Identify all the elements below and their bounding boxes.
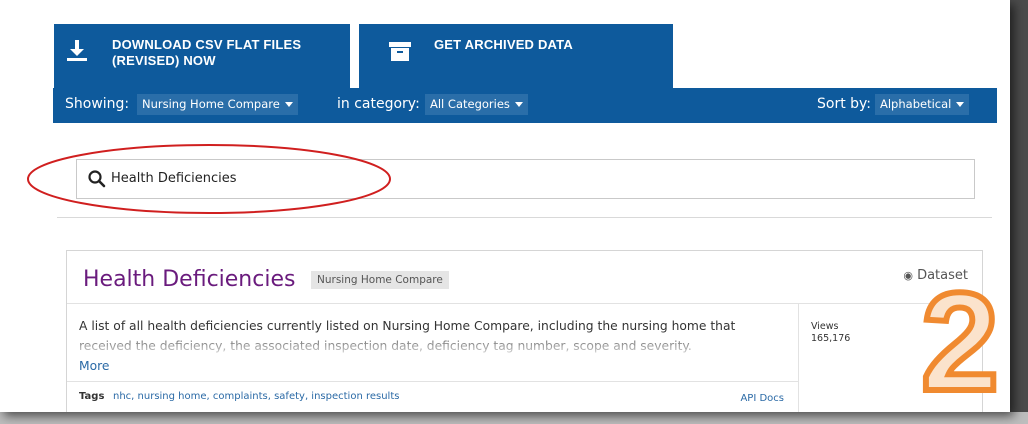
showing-label: Showing: [65, 96, 130, 112]
description-fade [79, 336, 791, 356]
views-count: 165,176 [811, 333, 851, 344]
download-csv-label-line1: DOWNLOAD CSV FLAT FILES [112, 37, 302, 52]
screenshot-frame: DOWNLOAD CSV FLAT FILES (REVISED) NOW GE… [0, 0, 1010, 412]
category-dropdown[interactable]: All Categories [425, 94, 528, 115]
background-bottom-strip [0, 412, 1028, 424]
category-dropdown-value: All Categories [430, 97, 510, 111]
showing-dropdown-value: Nursing Home Compare [142, 97, 280, 111]
sort-label: Sort by: [817, 96, 872, 112]
result-title-link[interactable]: Health Deficiencies [83, 267, 295, 292]
more-link[interactable]: More [79, 359, 109, 373]
archive-box-icon [389, 42, 411, 61]
download-csv-button[interactable]: DOWNLOAD CSV FLAT FILES (REVISED) NOW [54, 24, 350, 88]
get-archived-data-label: GET ARCHIVED DATA [434, 37, 573, 52]
tags-list[interactable]: nhc, nursing home, complaints, safety, i… [113, 391, 399, 402]
download-icon [67, 40, 87, 61]
step-number-annotation: 2 [918, 278, 1002, 402]
divider [57, 217, 992, 218]
tags-label: Tags [79, 391, 105, 402]
result-footer: Tags nhc, nursing home, complaints, safe… [67, 381, 798, 412]
get-archived-data-button[interactable]: GET ARCHIVED DATA [359, 24, 673, 88]
showing-dropdown[interactable]: Nursing Home Compare [137, 94, 298, 115]
sort-dropdown-value: Alphabetical [880, 97, 952, 111]
category-label: in category: [337, 96, 420, 112]
result-body: A list of all health deficiencies curren… [67, 303, 798, 382]
result-card: Health Deficiencies Nursing Home Compare… [66, 250, 983, 412]
download-csv-label-line2: (REVISED) NOW [112, 53, 216, 68]
step-number-text: 2 [921, 278, 999, 402]
chevron-down-icon [284, 102, 293, 107]
views-label: Views [811, 321, 839, 332]
chevron-down-icon [514, 102, 523, 107]
result-category-badge[interactable]: Nursing Home Compare [311, 271, 449, 289]
highlight-ellipse [27, 144, 391, 214]
download-csv-label: DOWNLOAD CSV FLAT FILES (REVISED) NOW [112, 37, 301, 69]
sort-dropdown[interactable]: Alphabetical [875, 94, 970, 115]
api-docs-link[interactable]: API Docs [740, 393, 784, 404]
chevron-down-icon [956, 102, 965, 107]
filter-bar: Showing: Nursing Home Compare in categor… [53, 88, 997, 123]
